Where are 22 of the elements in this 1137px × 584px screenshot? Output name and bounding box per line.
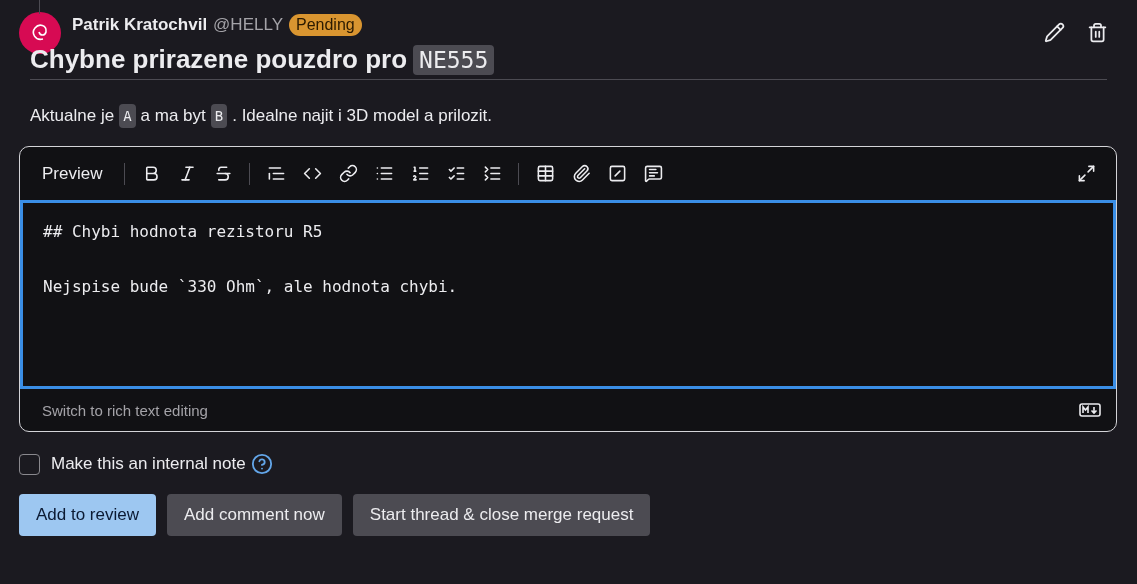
- description-text: a ma byt: [140, 106, 206, 126]
- delete-icon[interactable]: [1087, 22, 1108, 43]
- help-icon[interactable]: [250, 453, 273, 475]
- add-to-review-button[interactable]: Add to review: [19, 494, 156, 536]
- action-button[interactable]: Add comment now: [167, 494, 342, 536]
- internal-note-checkbox[interactable]: [19, 453, 40, 475]
- description-text: Aktualne je: [30, 106, 115, 126]
- comment-title: Chybne prirazene pouzdro pro: [30, 44, 408, 75]
- switch-editor-link[interactable]: Switch to rich text editing: [42, 401, 208, 419]
- author-name: Patrik Kratochvil: [72, 15, 208, 35]
- description-text: . Idealne najit i 3D model a prilozit.: [232, 106, 493, 126]
- status-badge: Pending: [288, 14, 362, 36]
- action-button[interactable]: Start thread & close merge request: [352, 494, 651, 536]
- internal-note-label: Make this an internal note: [51, 454, 246, 474]
- inline-code: B: [210, 104, 228, 128]
- markdown-icon: [1079, 403, 1101, 417]
- markdown-input[interactable]: ## Chybi hodnota rezistoru R5 Nejspise bude `330 Ohm`, ale hodnota chybi.: [20, 200, 1116, 389]
- edit-icon[interactable]: [1044, 22, 1065, 43]
- author-handle: @HELLY: [213, 15, 283, 35]
- inline-code: NE555: [413, 44, 495, 75]
- inline-code: A: [119, 104, 136, 128]
- preview-tab[interactable]: Preview: [30, 157, 115, 190]
